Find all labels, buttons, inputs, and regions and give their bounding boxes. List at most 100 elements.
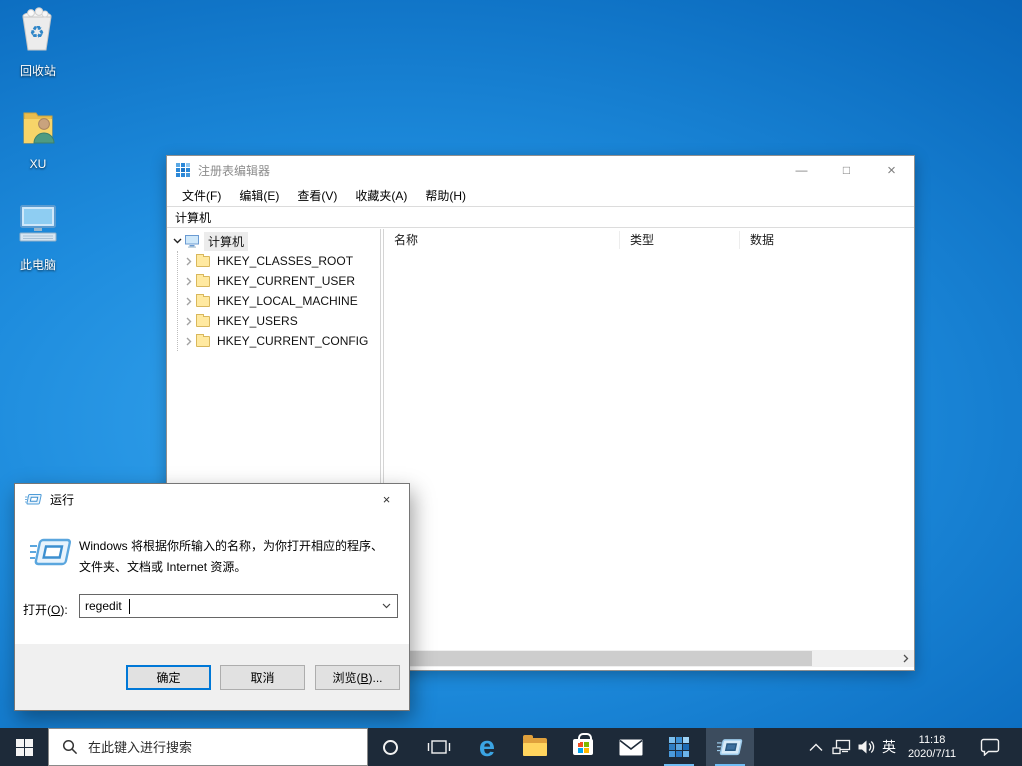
- tree-node-label: 计算机: [204, 231, 249, 251]
- network-tray-button[interactable]: [830, 728, 854, 766]
- edge-button[interactable]: e: [463, 728, 511, 766]
- registry-editor-taskbar-button[interactable]: [655, 728, 703, 766]
- window-title: 注册表编辑器: [198, 163, 271, 178]
- folder-icon: [196, 313, 210, 327]
- registry-editor-icon: [669, 737, 689, 757]
- search-icon: [62, 739, 78, 755]
- cortana-button[interactable]: [368, 728, 412, 766]
- address-text: 计算机: [175, 210, 212, 225]
- clock-time: 11:18: [918, 734, 946, 746]
- run-dialog: 运行 × Windows 将根据你所输入的名称，为你打开相应的程序、 文件夹、文…: [14, 483, 410, 711]
- combo-dropdown-icon[interactable]: [375, 603, 397, 609]
- chevron-up-icon: [809, 743, 823, 751]
- tree-node-hkcc[interactable]: HKEY_CURRENT_CONFIG: [182, 331, 370, 351]
- user-folder-icon: [14, 112, 62, 153]
- menu-help[interactable]: 帮助(H): [416, 187, 475, 204]
- chevron-right-icon[interactable]: [182, 297, 196, 306]
- close-button[interactable]: ×: [869, 156, 914, 184]
- chevron-right-icon[interactable]: [182, 337, 196, 346]
- taskbar: e: [0, 728, 1022, 766]
- volume-icon: [858, 740, 875, 754]
- text-caret: [129, 599, 130, 614]
- mail-button[interactable]: [607, 728, 655, 766]
- menu-view[interactable]: 查看(V): [288, 187, 346, 204]
- run-titlebar[interactable]: 运行 ×: [15, 484, 409, 515]
- taskbar-clock[interactable]: 11:18 2020/7/11: [900, 728, 964, 766]
- ime-indicator[interactable]: 英: [878, 728, 900, 766]
- desktop-icon-label: 此电脑: [19, 258, 56, 272]
- action-center-button[interactable]: [970, 728, 1010, 766]
- clock-date: 2020/7/11: [907, 748, 957, 760]
- regedit-titlebar[interactable]: 注册表编辑器 — □ ×: [167, 156, 914, 184]
- column-header-name[interactable]: 名称: [384, 231, 620, 249]
- task-view-button[interactable]: [415, 728, 463, 766]
- chevron-down-icon[interactable]: [170, 238, 184, 244]
- chevron-right-icon[interactable]: [182, 317, 196, 326]
- list-header: 名称 类型 数据: [384, 229, 914, 251]
- run-description: Windows 将根据你所输入的名称，为你打开相应的程序、 文件夹、文档或 In…: [79, 536, 399, 578]
- browse-button[interactable]: 浏览(B)...: [315, 665, 400, 690]
- desktop-icon-label: 回收站: [19, 64, 56, 78]
- volume-tray-button[interactable]: [854, 728, 878, 766]
- tree-node-hku[interactable]: HKEY_USERS: [182, 311, 300, 331]
- this-pc-icon: [14, 205, 62, 252]
- run-dialog-title: 运行: [50, 493, 75, 507]
- show-hidden-icons-button[interactable]: [804, 728, 828, 766]
- tree-node-label: HKEY_CLASSES_ROOT: [217, 254, 354, 268]
- menu-edit[interactable]: 编辑(E): [230, 187, 288, 204]
- tree-node-hkcr[interactable]: HKEY_CLASSES_ROOT: [182, 251, 355, 271]
- chevron-right-icon[interactable]: [182, 257, 196, 266]
- desktop-icon-user-folder[interactable]: XU: [0, 101, 76, 171]
- scrollbar-thumb[interactable]: [401, 651, 812, 666]
- close-icon[interactable]: ×: [364, 484, 409, 515]
- tree-node-label: HKEY_USERS: [217, 314, 298, 328]
- chevron-right-icon[interactable]: [182, 277, 196, 286]
- regedit-address-bar[interactable]: 计算机: [167, 206, 914, 228]
- tree-node-hkcu[interactable]: HKEY_CURRENT_USER: [182, 271, 357, 291]
- horizontal-scrollbar[interactable]: [384, 650, 914, 667]
- taskbar-search-box[interactable]: [48, 728, 368, 766]
- column-header-type[interactable]: 类型: [620, 231, 740, 249]
- cortana-icon: [382, 739, 398, 755]
- menu-file[interactable]: 文件(F): [173, 187, 230, 204]
- folder-icon: [196, 273, 210, 287]
- open-label: 打开(O):: [23, 603, 68, 617]
- desktop-icon-recycle-bin[interactable]: ♻ 回收站: [0, 6, 76, 79]
- task-view-icon: [427, 740, 451, 754]
- ok-button[interactable]: 确定: [126, 665, 211, 690]
- regedit-list-pane: 名称 类型 数据: [384, 229, 914, 667]
- column-header-data[interactable]: 数据: [740, 231, 914, 249]
- svg-text:♻: ♻: [29, 23, 44, 42]
- run-command-combobox[interactable]: [79, 594, 398, 618]
- desktop-icon-this-pc[interactable]: 此电脑: [0, 200, 76, 273]
- folder-icon: [196, 333, 210, 347]
- tree-node-label: HKEY_LOCAL_MACHINE: [217, 294, 358, 308]
- search-input[interactable]: [88, 739, 367, 755]
- run-description-line1: Windows 将根据你所输入的名称，为你打开相应的程序、: [79, 539, 384, 553]
- desktop-icon-label: XU: [29, 157, 47, 171]
- maximize-button[interactable]: □: [824, 156, 869, 184]
- windows-logo-icon: [15, 738, 33, 756]
- folder-icon: [196, 253, 210, 267]
- cancel-button[interactable]: 取消: [220, 665, 305, 690]
- tree-node-hklm[interactable]: HKEY_LOCAL_MACHINE: [182, 291, 360, 311]
- menu-favorites[interactable]: 收藏夹(A): [346, 187, 416, 204]
- tree-guide-line: [177, 251, 178, 351]
- run-app-icon: [29, 537, 73, 576]
- start-button[interactable]: [0, 728, 48, 766]
- run-taskbar-button[interactable]: [706, 728, 754, 766]
- minimize-button[interactable]: —: [779, 156, 824, 184]
- regedit-menubar: 文件(F) 编辑(E) 查看(V) 收藏夹(A) 帮助(H): [167, 184, 914, 206]
- tree-node-computer[interactable]: 计算机: [170, 231, 249, 251]
- run-description-line2: 文件夹、文档或 Internet 资源。: [79, 560, 247, 574]
- scroll-right-icon[interactable]: [897, 650, 914, 667]
- run-dialog-footer: 确定 取消 浏览(B)...: [15, 644, 409, 710]
- store-button[interactable]: [559, 728, 607, 766]
- network-icon: [832, 739, 851, 755]
- mail-icon: [619, 739, 643, 755]
- run-icon: [717, 738, 743, 755]
- run-command-input[interactable]: [80, 595, 375, 617]
- action-center-icon: [980, 738, 1000, 756]
- run-dialog-icon: [25, 493, 42, 504]
- file-explorer-button[interactable]: [511, 728, 559, 766]
